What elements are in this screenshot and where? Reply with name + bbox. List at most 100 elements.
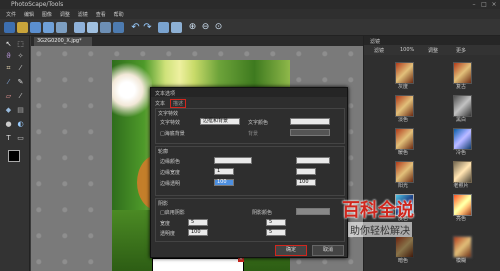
filter-thumb[interactable] [453,95,472,117]
filter-caption: 暖色 [397,150,408,156]
border-thickness-input[interactable]: 1 [214,168,234,175]
bg-check-label[interactable]: □海底背景 [160,130,185,137]
menu-edit[interactable]: 编辑 [24,11,34,18]
document-tab[interactable]: 3G2G0200_X.jpg* [34,37,92,46]
menu-view[interactable]: 查看 [96,11,106,18]
border-section: 轮廓 边缘颜色 边缘宽度 1 边缘透明 100 100 [155,146,345,196]
eyedropper-icon[interactable]: ⁄ [16,64,25,73]
eraser-tool-icon[interactable]: ▱ [4,92,13,101]
paste-icon[interactable] [87,22,98,33]
text-effect-section: 文字特效 文字特效 边框和背景 文字颜色 □海底背景 背景 [155,108,345,144]
filter-thumb[interactable] [453,128,472,150]
layer-icon[interactable] [158,22,169,33]
cancel-button[interactable]: 取消 [312,245,344,256]
shadow-offset-input-2[interactable]: 5 [266,229,286,236]
filter-caption: 模糊 [455,258,466,264]
maximize-icon[interactable]: □ [480,1,488,8]
magic-wand-icon[interactable]: ✧ [16,52,25,61]
filter-caption: 黑白 [455,117,466,123]
tab-effect[interactable]: 描述 [170,99,187,108]
shadow-section-header: 阴影 [158,201,169,207]
border-section-header: 轮廓 [158,149,169,155]
rotate-icon[interactable] [113,22,124,33]
save-icon[interactable] [30,22,41,33]
close-icon[interactable]: × [490,1,498,8]
watermark: 百科全说 助你轻松解决 [342,196,462,240]
redo-icon[interactable]: ↷ [142,22,153,33]
filter-thumb[interactable] [453,161,472,183]
shadow-enable-check[interactable]: □启用阴影 [160,209,185,216]
panel-tab-3[interactable]: 调整 [428,47,438,54]
text-tool-icon[interactable]: T [4,134,13,143]
border-color-picker[interactable] [214,157,252,164]
lasso-tool-icon[interactable]: ϑ [4,52,13,61]
panel-tabs: 滤镜 100% 调整 更多 [364,45,500,55]
tab-text[interactable]: 文本 [155,100,165,107]
menu-image[interactable]: 图像 [42,11,52,18]
panel-tab-4[interactable]: 更多 [456,47,466,54]
shape-tool-icon[interactable]: ▭ [16,134,25,143]
ok-button[interactable]: 确定 [275,245,307,256]
menu-file[interactable]: 文件 [6,11,16,18]
pencil-tool-icon[interactable]: ✎ [16,78,25,87]
border-thickness-input-2[interactable] [296,168,316,175]
panel-tab-1[interactable]: 滤镜 [374,47,384,54]
filter-thumb[interactable] [395,95,414,117]
transform-icon[interactable] [171,22,182,33]
menu-adjust[interactable]: 调整 [60,11,70,18]
foreground-color-swatch[interactable] [8,150,20,162]
border-opacity-label: 边缘透明 [160,181,181,187]
shadow-color-picker[interactable] [296,208,330,215]
bg-color-picker[interactable] [290,129,330,136]
selection-tool-icon[interactable]: ⬚ [16,40,25,49]
filter-caption: 冷色 [455,150,466,156]
filter-thumb[interactable] [395,62,414,84]
shadow-width-label: 宽度 [160,221,171,227]
undo-icon[interactable]: ↶ [130,22,141,33]
panel-tab-2[interactable]: 100% [400,47,414,53]
text-effect-select[interactable]: 边框和背景 [200,118,240,125]
gradient-tool-icon[interactable]: ▤ [16,106,25,115]
clone-tool-icon[interactable]: ● [4,120,13,129]
shadow-width-input[interactable]: 5 [188,219,208,226]
fill-tool-icon[interactable]: ◆ [4,106,13,115]
move-tool-icon[interactable]: ↖ [4,40,13,49]
save-as-icon[interactable] [43,22,54,33]
zoom-out-icon[interactable]: ⊖ [200,22,211,33]
text-color-label: 文字颜色 [248,120,269,126]
shadow-section: 阴影 □启用阴影 阴影颜色 宽度 5 5 透明度 100 5 [155,198,345,242]
copy-icon[interactable] [74,22,85,33]
border-style-select[interactable] [296,157,330,164]
shadow-offset-input[interactable]: 5 [266,219,286,226]
panel-header: 滤镜 [364,36,500,45]
zoom-in-icon[interactable]: ⊕ [187,22,198,33]
text-layer-box[interactable] [152,258,244,271]
menu-help[interactable]: 帮助 [114,11,124,18]
new-file-icon[interactable] [4,22,15,33]
filter-thumb[interactable] [395,161,414,183]
shadow-opacity-input[interactable]: 100 [188,229,208,236]
text-color-picker[interactable] [290,118,330,125]
open-folder-icon[interactable] [17,22,28,33]
tool-palette: ↖ ⬚ ϑ ✧ ⌗ ⁄ ⁄ ✎ ▱ ⁄ ◆ ▤ ● ◐ T ▭ [0,36,30,271]
filter-caption: 淡色 [397,117,408,123]
dialog-title: 文本选项 [155,91,176,97]
border-opacity-input-2[interactable]: 100 [296,179,316,186]
print-icon[interactable] [56,22,67,33]
border-opacity-input[interactable]: 100 [214,179,234,186]
title-bar: PhotoScape/Tools – □ × [0,0,500,9]
filter-caption: 暗色 [397,258,408,264]
filter-thumb[interactable] [395,128,414,150]
smudge-tool-icon[interactable]: ⁄ [16,92,25,101]
crop-tool-icon[interactable]: ⌗ [4,64,13,73]
filter-caption: 老照片 [453,183,469,189]
text-options-dialog: 文本选项 文本 描述 文字特效 文字特效 边框和背景 文字颜色 □海底背景 背景… [150,87,348,258]
menu-filter[interactable]: 滤镜 [78,11,88,18]
minimize-icon[interactable]: – [470,1,478,8]
filter-thumb[interactable] [453,62,472,84]
crop-icon[interactable] [100,22,111,33]
brush-tool-icon[interactable]: ⁄ [4,78,13,87]
watermark-title: 百科全说 [342,200,414,221]
blur-tool-icon[interactable]: ◐ [16,120,25,129]
zoom-fit-icon[interactable]: ⊙ [213,22,224,33]
